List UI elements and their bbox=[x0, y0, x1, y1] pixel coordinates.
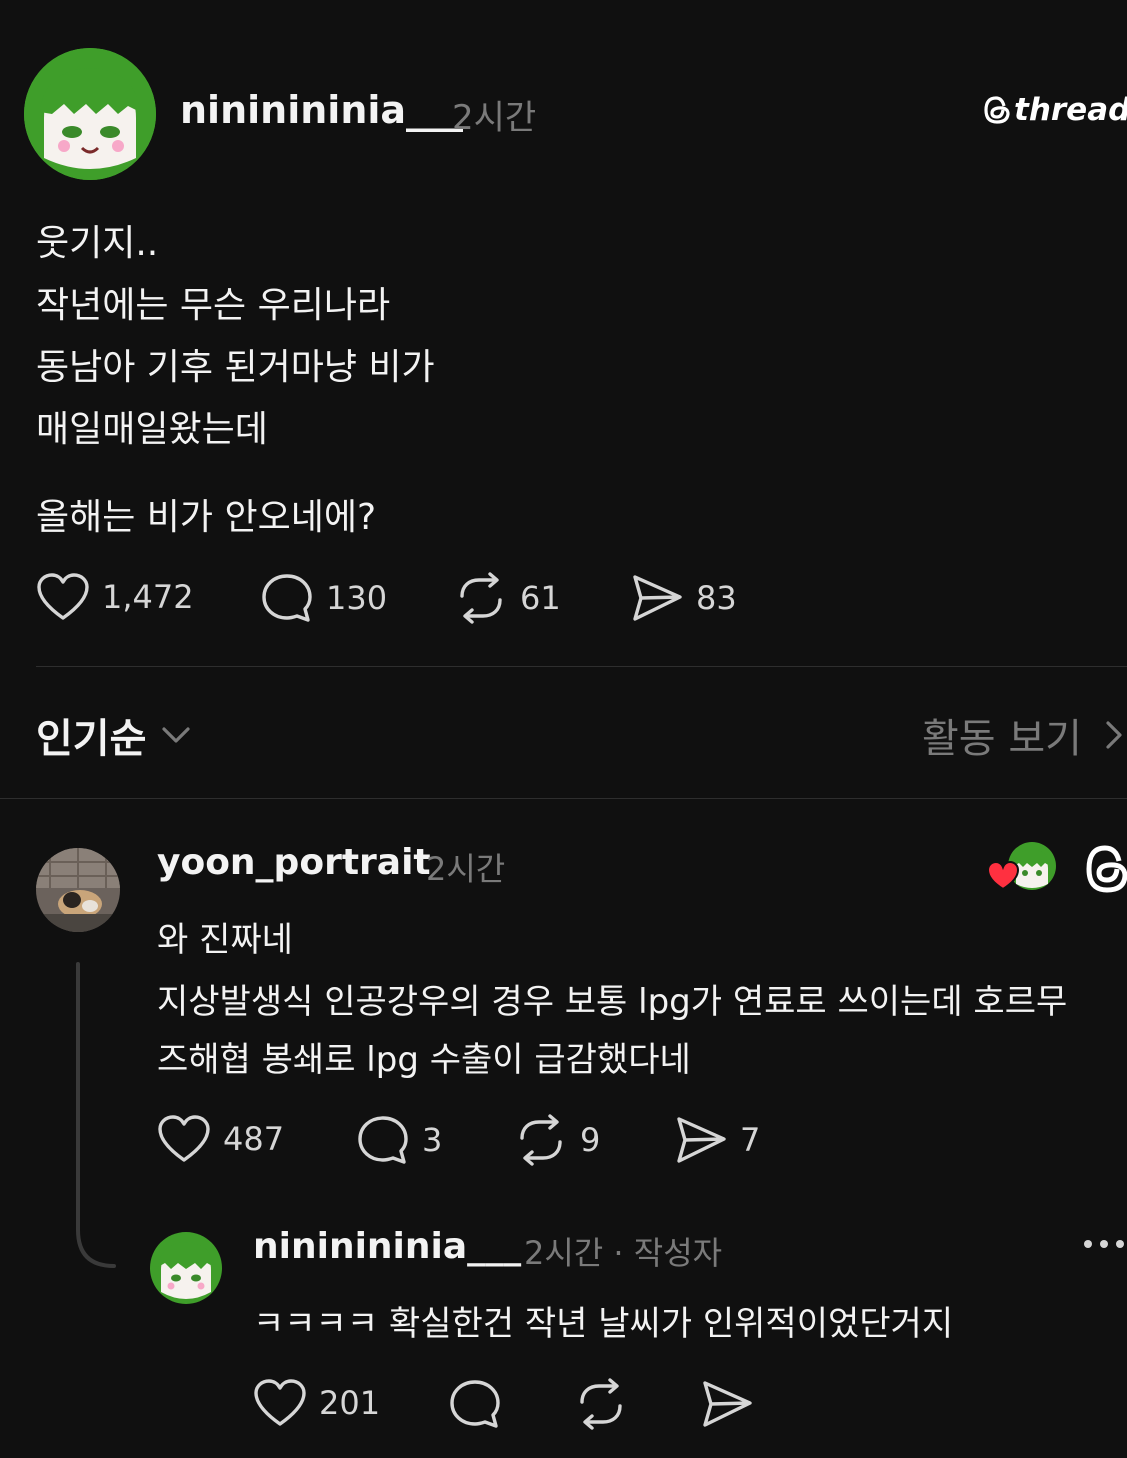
threads-icon bbox=[1086, 845, 1127, 893]
heart-icon bbox=[986, 860, 1020, 891]
repost-icon bbox=[520, 1114, 562, 1166]
share-button[interactable] bbox=[700, 1378, 754, 1430]
send-icon bbox=[677, 1117, 726, 1163]
send-icon bbox=[703, 1381, 752, 1427]
share-count: 83 bbox=[696, 579, 737, 617]
repost-count: 9 bbox=[580, 1121, 601, 1159]
author-avatar[interactable] bbox=[24, 48, 156, 180]
send-icon bbox=[633, 575, 682, 621]
post-timestamp: 2시간 bbox=[452, 98, 537, 138]
chevron-right-icon bbox=[1106, 721, 1122, 749]
share-button[interactable]: 83 bbox=[630, 572, 737, 624]
repost-icon bbox=[460, 572, 502, 624]
dot bbox=[1116, 1240, 1124, 1248]
comment-count: 3 bbox=[422, 1121, 443, 1159]
author-username[interactable]: nininininia___ bbox=[180, 88, 463, 132]
comment-text-line: 즈해협 봉쇄로 lpg 수출이 급감했다네 bbox=[157, 1040, 691, 1080]
like-button[interactable]: 1,472 bbox=[36, 572, 194, 622]
repost-icon bbox=[580, 1378, 622, 1430]
comment-button[interactable]: 3 bbox=[356, 1114, 442, 1166]
like-button[interactable]: 201 bbox=[253, 1378, 380, 1428]
comment-button[interactable] bbox=[448, 1378, 502, 1430]
reply-meta: 2시간 · 작성자 bbox=[524, 1234, 723, 1272]
like-count: 487 bbox=[223, 1120, 285, 1158]
more-options-button[interactable] bbox=[1084, 1240, 1124, 1248]
chevron-down-icon bbox=[162, 727, 191, 743]
like-count: 1,472 bbox=[102, 578, 194, 616]
heart-icon bbox=[37, 573, 89, 620]
comment-icon bbox=[450, 1380, 500, 1428]
view-activity-label: 활동 보기 bbox=[922, 716, 1082, 762]
post-text-line: 동남아 기후 된거마냥 비가 bbox=[36, 347, 435, 388]
reply-text: ㅋㅋㅋㅋ 확실한건 작년 날씨가 인위적이었단거지 bbox=[253, 1304, 954, 1344]
comment-timestamp: 2시간 bbox=[426, 850, 506, 888]
view-activity-link[interactable]: 활동 보기 bbox=[922, 706, 1124, 764]
sort-dropdown[interactable]: 인기순 bbox=[36, 706, 192, 764]
threads-wordmark: threads bbox=[1014, 92, 1127, 128]
repost-button[interactable]: 61 bbox=[454, 572, 561, 624]
share-button[interactable]: 7 bbox=[674, 1114, 760, 1166]
heart-icon bbox=[158, 1115, 210, 1162]
divider bbox=[36, 666, 1127, 667]
repost-button[interactable] bbox=[574, 1378, 628, 1430]
threads-icon bbox=[984, 96, 1010, 124]
dot bbox=[1100, 1240, 1108, 1248]
comment-button[interactable]: 130 bbox=[260, 572, 387, 624]
like-count: 201 bbox=[319, 1384, 381, 1422]
reply-author-avatar[interactable] bbox=[150, 1232, 222, 1304]
post-text-line: 작년에는 무슨 우리나라 bbox=[36, 285, 391, 326]
comment-icon bbox=[358, 1116, 408, 1164]
post-text-line: 올해는 비가 안오네에? bbox=[36, 497, 377, 538]
threads-logo-small bbox=[1082, 842, 1127, 900]
commenter-username[interactable]: yoon_portrait bbox=[157, 842, 431, 883]
divider bbox=[0, 798, 1127, 799]
post-text-line: 매일매일왔는데 bbox=[36, 409, 268, 450]
author-liked-badge bbox=[986, 842, 1056, 892]
repost-button[interactable]: 9 bbox=[514, 1114, 600, 1166]
reply-author-username[interactable]: nininininia___ bbox=[253, 1226, 521, 1267]
commenter-avatar[interactable] bbox=[36, 848, 120, 932]
thread-connector-line bbox=[76, 962, 116, 1268]
comment-icon bbox=[262, 574, 312, 622]
sort-label: 인기순 bbox=[36, 716, 147, 762]
threads-logo: threads bbox=[982, 92, 1127, 128]
comment-count: 130 bbox=[326, 579, 388, 617]
comment-text-line: 와 진짜네 bbox=[157, 920, 293, 960]
post-text-line: 웃기지.. bbox=[36, 223, 159, 264]
heart-icon bbox=[254, 1379, 306, 1426]
repost-count: 61 bbox=[520, 579, 561, 617]
comment-text-line: 지상발생식 인공강우의 경우 보통 lpg가 연료로 쓰이는데 호르무 bbox=[157, 982, 1068, 1022]
share-count: 7 bbox=[740, 1121, 761, 1159]
dot bbox=[1084, 1240, 1092, 1248]
like-button[interactable]: 487 bbox=[157, 1114, 284, 1164]
